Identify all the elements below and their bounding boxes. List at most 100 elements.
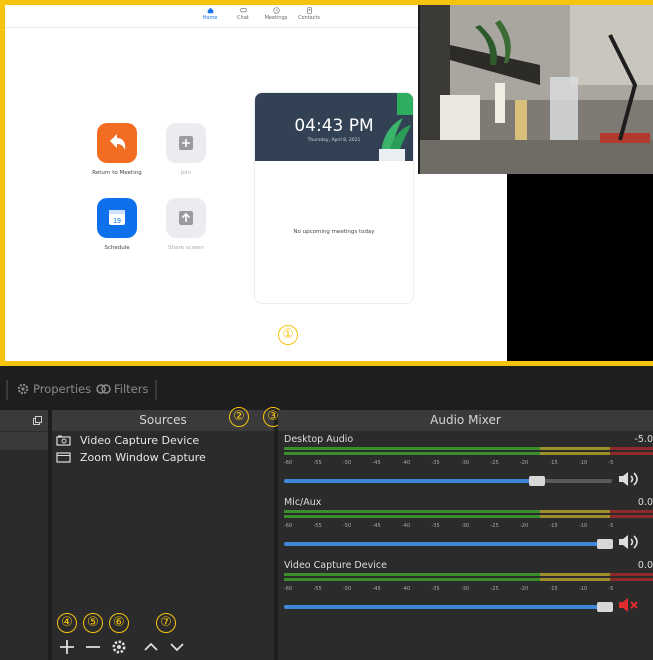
meter-segment [610, 515, 653, 518]
muted-speaker-icon[interactable] [617, 596, 641, 614]
filters-button[interactable]: Filters [96, 382, 148, 396]
meter-scale: -60 -55 -50 -45 -40 -35 -30 -25 -20 -15 -10 -5 [284, 460, 624, 469]
meter-segment [540, 510, 610, 513]
track-db-value: -5.0 [634, 434, 653, 445]
scale-tick-label: -10 [579, 586, 588, 592]
scale-tick-label: -35 [431, 523, 440, 529]
volume-slider-handle[interactable] [597, 602, 614, 612]
scale-tick-label: -35 [431, 586, 440, 592]
add-source-icon[interactable] [58, 638, 76, 656]
properties-label: Properties [33, 382, 92, 396]
speaker-icon[interactable] [617, 533, 641, 551]
volume-slider[interactable] [284, 476, 612, 486]
source-item[interactable]: Zoom Window Capture [56, 449, 271, 465]
source-name: Video Capture Device [80, 433, 200, 447]
audio-mixer-header: Audio Mixer [278, 410, 653, 431]
scale-tick-label: -60 [284, 523, 293, 529]
meter-segment [284, 510, 540, 513]
gear-icon [17, 383, 29, 395]
scale-tick-label: -20 [520, 460, 529, 466]
meter-segment [540, 578, 610, 581]
volume-slider-handle[interactable] [597, 539, 614, 549]
annotation-6: ⑥ [109, 613, 129, 633]
scale-tick-label: -55 [313, 460, 322, 466]
scale-tick-label: -35 [431, 460, 440, 466]
scale-tick-label: -20 [520, 523, 529, 529]
annotation-2: ② [229, 407, 249, 427]
scale-tick-label: -20 [520, 586, 529, 592]
source-properties-gear-icon[interactable] [110, 638, 128, 656]
toolbar-separator [6, 380, 8, 400]
window-icon [56, 451, 71, 463]
undock-icon[interactable] [33, 416, 42, 425]
meter-segment [540, 573, 610, 576]
scale-tick-label: -25 [490, 523, 499, 529]
source-toolbar: Properties Filters [0, 376, 653, 406]
scene-item-selected[interactable] [0, 432, 48, 450]
volume-slider[interactable] [284, 602, 614, 612]
scale-tick-label: -40 [402, 586, 411, 592]
meter-segment [284, 573, 540, 576]
meter-segment [610, 578, 653, 581]
meter-segment [540, 447, 610, 450]
scale-tick-label: -60 [284, 460, 293, 466]
volume-slider-fill [284, 479, 537, 483]
speaker-icon[interactable] [617, 470, 641, 488]
scale-tick-label: -45 [372, 460, 381, 466]
sources-toolbar [52, 634, 274, 660]
scale-tick-label: -15 [549, 460, 558, 466]
scale-tick-label: -5 [608, 460, 614, 466]
track-db-value: 0.0 [637, 497, 653, 508]
track-name: Mic/Aux [284, 497, 322, 508]
preview-canvas[interactable]: Home Chat Meetings Contacts Return to Me… [0, 0, 653, 366]
track-db-value: 0.0 [637, 560, 653, 571]
scale-tick-label: -40 [402, 460, 411, 466]
source-item[interactable]: Video Capture Device [56, 432, 271, 448]
meter-segment [284, 447, 540, 450]
volume-slider-handle[interactable] [528, 476, 545, 486]
toolbar-separator [155, 380, 157, 400]
track-name: Desktop Audio [284, 434, 354, 445]
annotation-5: ⑤ [83, 613, 103, 633]
meter-segment [284, 578, 540, 581]
zoom-source-bounding-box [0, 0, 653, 366]
scale-tick-label: -50 [343, 586, 352, 592]
meter-segment [610, 573, 653, 576]
properties-button[interactable]: Properties [16, 382, 91, 396]
meter-segment [540, 515, 610, 518]
scale-tick-label: -30 [461, 586, 470, 592]
source-name: Zoom Window Capture [80, 450, 206, 464]
volume-meter [284, 447, 653, 455]
meter-segment [610, 510, 653, 513]
scale-tick-label: -25 [490, 586, 499, 592]
scale-tick-label: -10 [579, 523, 588, 529]
scale-tick-label: -25 [490, 460, 499, 466]
remove-source-icon[interactable] [84, 638, 102, 656]
scale-tick-label: -10 [579, 460, 588, 466]
scale-tick-label: -50 [343, 523, 352, 529]
scale-tick-label: -45 [372, 586, 381, 592]
meter-segment [540, 452, 610, 455]
mixer-track: Video Capture Device 0.0 -60 -55 -50 -45 -40 -3… [284, 560, 653, 620]
meter-segment [610, 447, 653, 450]
annotation-4: ④ [57, 613, 77, 633]
meter-scale: -60 -55 -50 -45 -40 -35 -30 -25 -20 -15 -10 -5 [284, 523, 624, 532]
move-up-chevron-icon[interactable] [142, 638, 160, 656]
scale-tick-label: -50 [343, 460, 352, 466]
annotation-1: ① [278, 325, 298, 345]
scale-tick-label: -40 [402, 523, 411, 529]
scale-tick-label: -45 [372, 523, 381, 529]
volume-slider[interactable] [284, 539, 614, 549]
filters-icon [96, 384, 111, 394]
move-down-chevron-icon[interactable] [168, 638, 186, 656]
scale-tick-label: -60 [284, 586, 293, 592]
camera-icon [56, 435, 71, 446]
scale-tick-label: -5 [608, 586, 614, 592]
scale-tick-label: -55 [313, 586, 322, 592]
filters-label: Filters [114, 382, 149, 396]
meter-segment [284, 452, 540, 455]
scale-tick-label: -15 [549, 523, 558, 529]
scale-tick-label: -30 [461, 460, 470, 466]
volume-meter [284, 573, 653, 581]
scale-tick-label: -30 [461, 523, 470, 529]
